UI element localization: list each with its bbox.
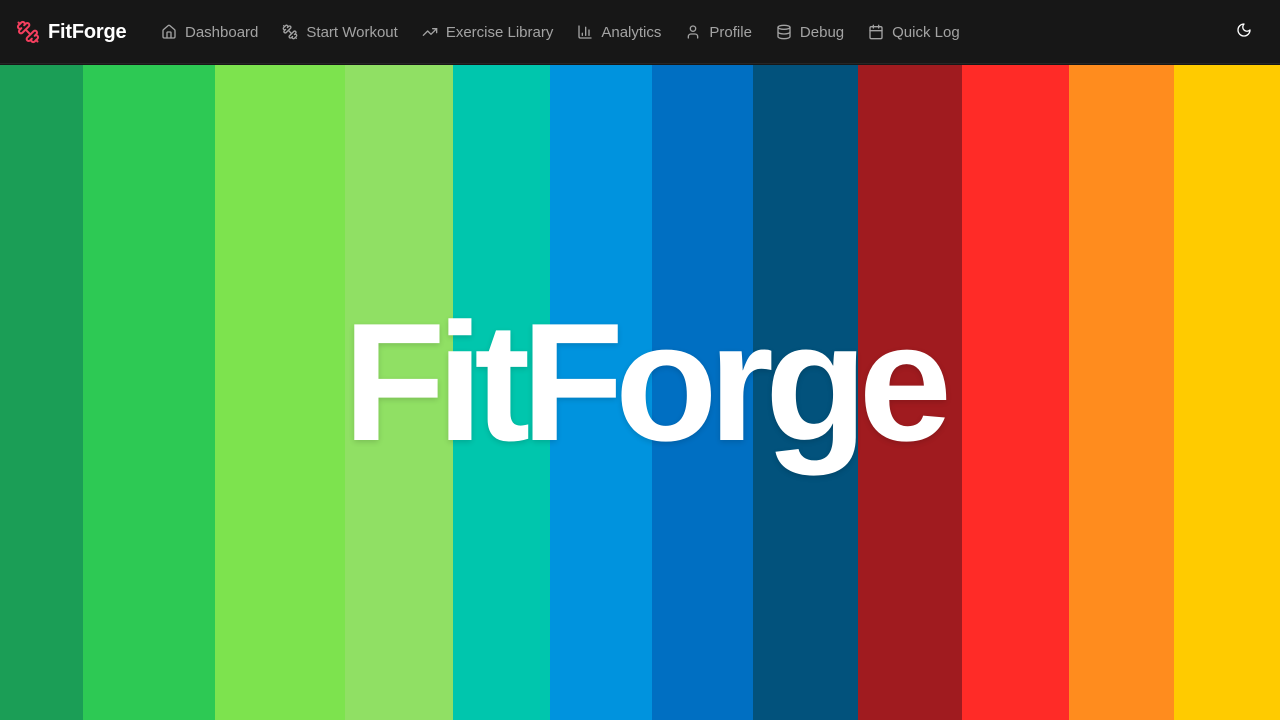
hero-logo-text: FitForge <box>343 287 952 476</box>
nav-item-label: Profile <box>709 23 752 41</box>
nav-links: Dashboard Start Workout Exercise Library… <box>149 0 972 64</box>
nav-item-label: Start Workout <box>306 23 398 41</box>
top-navbar: FitForge Dashboard Start Workout Exercis… <box>0 0 1280 64</box>
dumbbell-icon <box>16 20 40 44</box>
bar-chart-icon <box>577 24 593 40</box>
nav-item-debug[interactable]: Debug <box>764 14 856 50</box>
dumbbell-icon <box>282 24 298 40</box>
nav-item-exercise-library[interactable]: Exercise Library <box>410 14 566 50</box>
user-icon <box>685 24 701 40</box>
calendar-icon <box>868 24 884 40</box>
nav-item-start-workout[interactable]: Start Workout <box>270 14 409 50</box>
nav-item-label: Debug <box>799 23 845 41</box>
brand-link[interactable]: FitForge <box>16 0 127 64</box>
database-icon <box>776 24 792 40</box>
nav-item-analytics[interactable]: Analytics <box>565 14 673 50</box>
moon-icon <box>1236 22 1252 43</box>
nav-item-label: Exercise Library <box>445 23 554 41</box>
nav-item-dashboard[interactable]: Dashboard <box>149 14 270 50</box>
nav-item-label: Quick Log <box>892 23 960 41</box>
hero-banner: FitForge <box>0 65 1280 720</box>
theme-toggle-button[interactable] <box>1228 16 1260 48</box>
nav-item-label: Analytics <box>601 23 662 41</box>
nav-item-label: Dashboard <box>185 23 259 41</box>
nav-item-quick-log[interactable]: Quick Log <box>856 14 972 50</box>
nav-item-profile[interactable]: Profile <box>673 14 764 50</box>
hero-logo: FitForge <box>0 65 1280 720</box>
home-icon <box>161 24 177 40</box>
brand-name: FitForge <box>48 20 127 43</box>
trending-up-icon <box>422 24 438 40</box>
